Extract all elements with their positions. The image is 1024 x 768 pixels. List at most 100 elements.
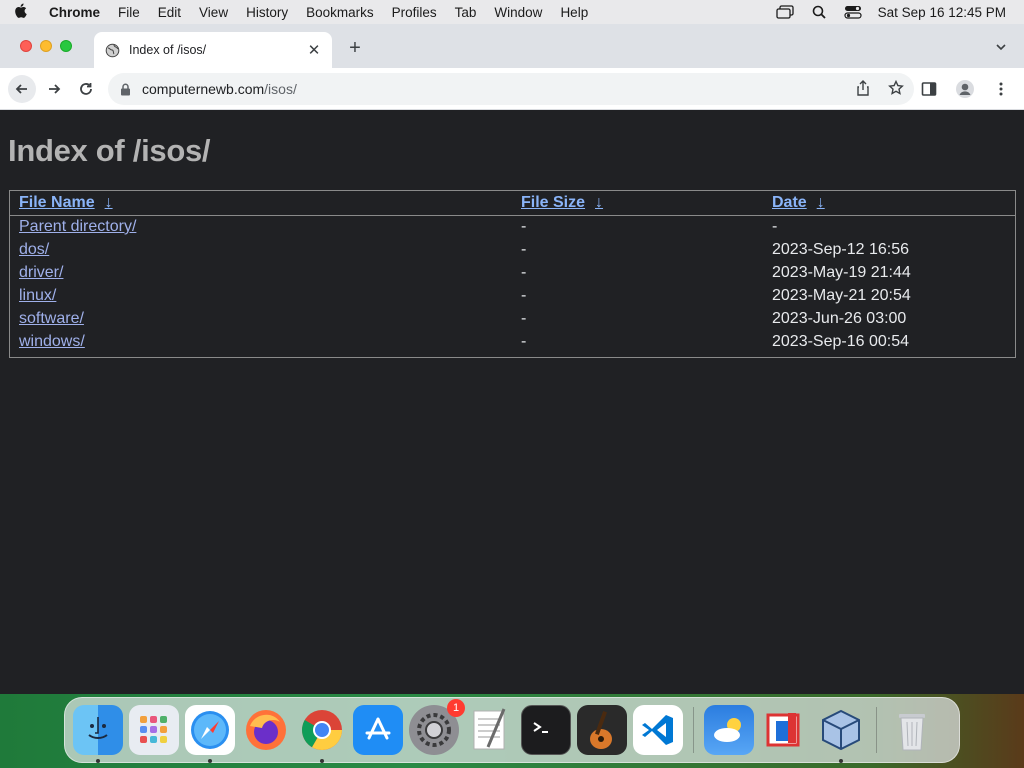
- vscode-icon[interactable]: [633, 705, 683, 755]
- folder-link-dos[interactable]: dos/: [19, 241, 49, 258]
- menu-tab[interactable]: Tab: [446, 5, 486, 20]
- date-cell: 2023-May-19 21:44: [772, 263, 911, 281]
- folder-link-driver[interactable]: driver/: [19, 264, 63, 281]
- finder-icon[interactable]: [73, 705, 123, 763]
- lock-icon[interactable]: [120, 83, 134, 96]
- date-cell: -: [772, 217, 778, 235]
- sort-arrow-icon: ↓: [816, 193, 825, 211]
- dock-separator: [876, 707, 877, 753]
- folder-link-windows[interactable]: windows/: [19, 333, 85, 350]
- tab-title: Index of /isos/: [129, 43, 207, 57]
- screen-mirroring-icon[interactable]: [776, 5, 794, 19]
- share-icon[interactable]: [856, 79, 870, 99]
- menu-edit[interactable]: Edit: [149, 5, 190, 20]
- file-size-cell: -: [521, 263, 527, 281]
- garageband-icon[interactable]: [577, 705, 627, 755]
- close-window-button[interactable]: [20, 40, 32, 52]
- tab-search-chevron-down-icon[interactable]: [994, 40, 1008, 54]
- date-cell: 2023-Sep-12 16:56: [772, 240, 909, 258]
- chrome-icon[interactable]: [297, 705, 347, 763]
- file-size-cell: -: [521, 217, 527, 235]
- file-name-cell: Parent directory/: [10, 215, 512, 238]
- window-controls: [20, 40, 72, 52]
- new-tab-button[interactable]: +: [346, 38, 364, 58]
- table-header-row: File Name ↓ File Size ↓ Date ↓: [10, 191, 1015, 216]
- file-size-cell: -: [521, 309, 527, 327]
- globe-favicon-icon: [104, 42, 120, 58]
- app-store-icon[interactable]: [353, 705, 403, 755]
- menu-file[interactable]: File: [109, 5, 149, 20]
- browser-window: Index of /isos/ ✕ + computernewb.com/iso…: [0, 24, 1024, 694]
- launchpad-icon[interactable]: [129, 705, 179, 755]
- column-header-date: Date ↓: [763, 191, 1015, 216]
- sort-arrow-icon: ↓: [595, 193, 604, 211]
- table-row: Parent directory/ - -: [10, 215, 1015, 238]
- directory-listing: File Name ↓ File Size ↓ Date ↓ Parent direc…: [9, 190, 1016, 358]
- file-size-cell: -: [521, 332, 527, 350]
- safari-icon[interactable]: [185, 705, 235, 763]
- textedit-icon[interactable]: [465, 705, 515, 755]
- profile-avatar-icon[interactable]: [954, 78, 976, 100]
- tab-close-icon[interactable]: ✕: [306, 41, 322, 59]
- dock-separator: [693, 707, 694, 753]
- dock: 1: [64, 697, 960, 763]
- sort-by-size-link[interactable]: File Size ↓: [521, 194, 603, 211]
- kebab-menu-icon[interactable]: [990, 78, 1012, 100]
- forward-button[interactable]: [40, 75, 68, 103]
- menu-clock[interactable]: Sat Sep 16 12:45 PM: [878, 5, 1006, 20]
- menu-app-name[interactable]: Chrome: [40, 5, 109, 20]
- page-title: Index of /isos/: [8, 133, 211, 168]
- tab-strip: Index of /isos/ ✕ +: [0, 24, 1024, 68]
- browser-toolbar: computernewb.com/isos/: [0, 68, 1024, 110]
- tab-active[interactable]: Index of /isos/ ✕: [94, 32, 332, 68]
- page-content: Index of /isos/ File Name ↓ File Size ↓ Da…: [0, 110, 1024, 694]
- menu-window[interactable]: Window: [485, 5, 551, 20]
- status-area: Sat Sep 16 12:45 PM: [776, 5, 1024, 20]
- notification-badge: 1: [447, 699, 465, 717]
- table-row: driver/ - 2023-May-19 21:44: [10, 261, 1015, 284]
- parent-directory-link[interactable]: Parent directory/: [19, 218, 136, 235]
- table-row: linux/ - 2023-May-21 20:54: [10, 284, 1015, 307]
- zoom-window-button[interactable]: [60, 40, 72, 52]
- menu-bar: Chrome File Edit View History Bookmarks …: [0, 0, 1024, 24]
- column-header-file-name: File Name ↓: [10, 191, 512, 216]
- toolbar-actions: [918, 78, 1012, 100]
- trash-icon[interactable]: [887, 705, 937, 755]
- file-size-cell: -: [521, 286, 527, 304]
- terminal-icon[interactable]: [521, 705, 571, 755]
- folder-link-linux[interactable]: linux/: [19, 287, 56, 304]
- weather-icon[interactable]: [704, 705, 754, 755]
- side-panel-icon[interactable]: [918, 78, 940, 100]
- sort-by-name-link[interactable]: File Name ↓: [19, 194, 113, 211]
- sort-by-date-link[interactable]: Date ↓: [772, 194, 825, 211]
- control-center-icon[interactable]: [844, 5, 862, 19]
- menu-profiles[interactable]: Profiles: [383, 5, 446, 20]
- folder-link-software[interactable]: software/: [19, 310, 84, 327]
- parallels-icon[interactable]: [760, 705, 810, 755]
- url-path: /isos/: [264, 81, 297, 97]
- date-cell: 2023-Jun-26 03:00: [772, 309, 907, 327]
- system-settings-icon[interactable]: 1: [409, 699, 465, 755]
- virtualbox-icon[interactable]: [816, 705, 866, 763]
- back-button[interactable]: [8, 75, 36, 103]
- table-row: windows/ - 2023-Sep-16 00:54: [10, 330, 1015, 353]
- menu-bookmarks[interactable]: Bookmarks: [297, 5, 383, 20]
- file-name-cell: windows/: [10, 330, 512, 353]
- apple-menu-icon[interactable]: [14, 3, 40, 22]
- minimize-window-button[interactable]: [40, 40, 52, 52]
- date-cell: 2023-May-21 20:54: [772, 286, 911, 304]
- column-header-file-size: File Size ↓: [512, 191, 763, 216]
- file-name-cell: driver/: [10, 261, 512, 284]
- file-name-cell: dos/: [10, 238, 512, 261]
- date-cell: 2023-Sep-16 00:54: [772, 332, 909, 350]
- firefox-icon[interactable]: [241, 705, 291, 755]
- table-row: dos/ - 2023-Sep-12 16:56: [10, 238, 1015, 261]
- menu-view[interactable]: View: [190, 5, 237, 20]
- spotlight-search-icon[interactable]: [810, 5, 828, 19]
- menu-help[interactable]: Help: [551, 5, 597, 20]
- menu-history[interactable]: History: [237, 5, 297, 20]
- address-bar[interactable]: computernewb.com/isos/: [108, 73, 914, 105]
- bookmark-star-icon[interactable]: [888, 79, 904, 99]
- file-size-cell: -: [521, 240, 527, 258]
- reload-button[interactable]: [72, 75, 100, 103]
